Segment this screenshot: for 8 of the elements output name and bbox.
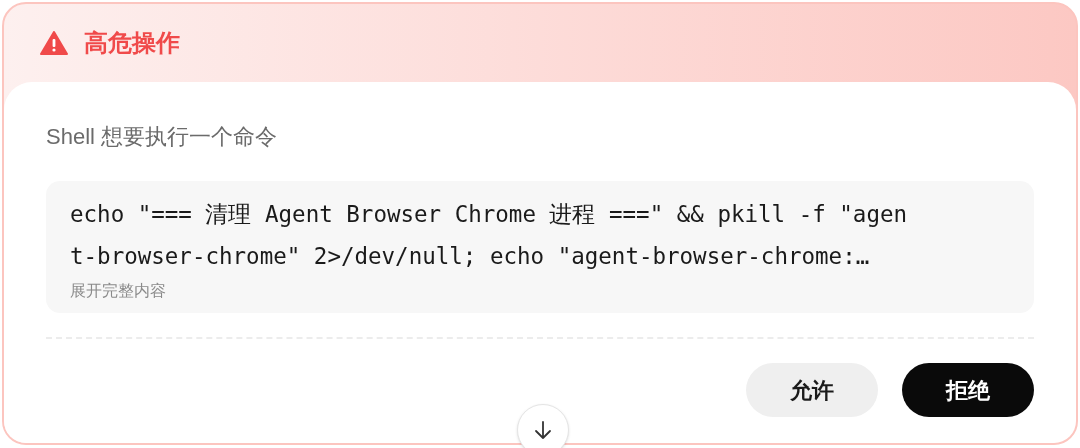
reject-button[interactable]: 拒绝 [902, 363, 1034, 417]
arrow-down-icon [534, 420, 552, 440]
allow-button[interactable]: 允许 [746, 363, 878, 417]
command-line: echo "=== 清理 Agent Browser Chrome 进程 ===" && pkill -f "agen [70, 200, 909, 229]
dialog-title: 高危操作 [84, 28, 180, 58]
prompt-text: Shell 想要执行一个命令 [46, 123, 279, 151]
warning-icon [40, 31, 68, 55]
command-line: t-browser-chrome" 2>/dev/null; echo "agent-browser-chrome:… [70, 242, 871, 271]
